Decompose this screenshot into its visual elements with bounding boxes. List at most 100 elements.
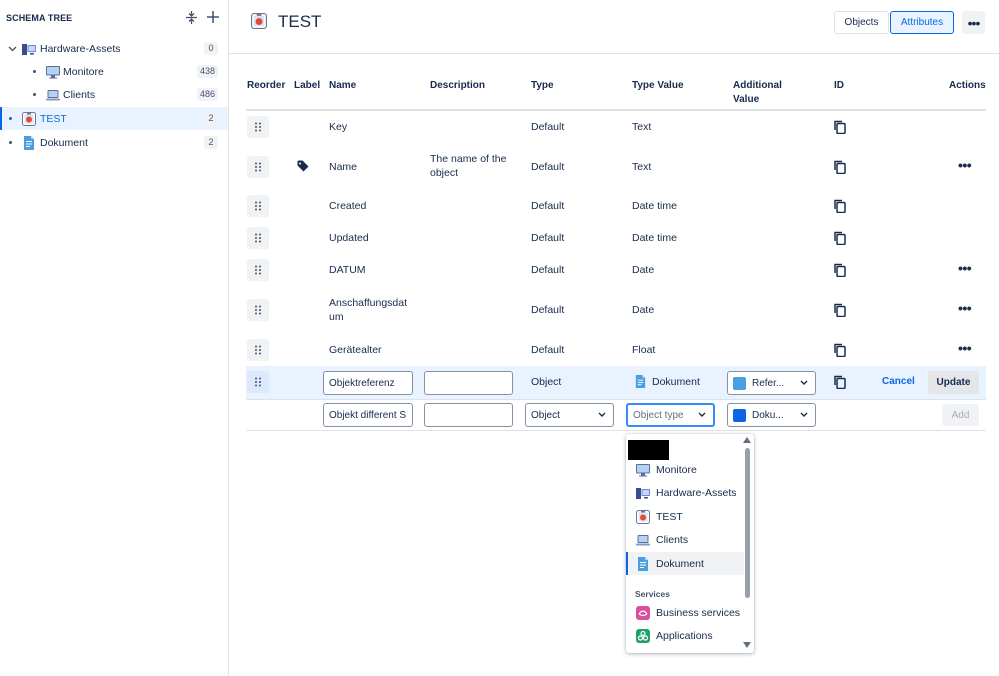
tree-item-label: Dokument bbox=[40, 136, 88, 149]
dropdown-option-dokument[interactable]: Dokument bbox=[626, 552, 744, 575]
new-additional-value-select[interactable]: Doku... bbox=[727, 403, 816, 427]
monitor-icon bbox=[636, 463, 650, 476]
attribute-name: Key bbox=[329, 121, 348, 133]
more-options-button[interactable]: ••• bbox=[962, 11, 985, 34]
hardware-assets-icon bbox=[636, 487, 650, 499]
drag-handle-icon[interactable] bbox=[247, 227, 269, 249]
attribute-type-value: Date bbox=[632, 304, 655, 316]
copy-icon[interactable] bbox=[834, 343, 846, 357]
object-type-select[interactable]: Object type bbox=[626, 403, 715, 427]
attribute-type-value: Text bbox=[632, 161, 652, 173]
copy-icon[interactable] bbox=[834, 120, 846, 134]
copy-icon[interactable] bbox=[834, 231, 846, 245]
attribute-name: DATUM bbox=[329, 264, 366, 276]
collapse-all-icon[interactable] bbox=[182, 8, 200, 26]
column-header-id: ID bbox=[834, 80, 844, 91]
copy-icon[interactable] bbox=[834, 263, 846, 277]
selection-indicator bbox=[0, 107, 2, 130]
label-tag-icon bbox=[297, 160, 309, 172]
attribute-type: Default bbox=[531, 121, 565, 133]
test-object-icon bbox=[22, 111, 36, 126]
tab-attributes[interactable]: Attributes bbox=[890, 11, 954, 34]
business-services-icon bbox=[636, 605, 650, 620]
tree-item-dokument[interactable]: Dokument 2 bbox=[0, 131, 228, 154]
dropdown-option-test[interactable]: TEST bbox=[626, 505, 744, 528]
tree-item-clients[interactable]: Clients 486 bbox=[0, 83, 228, 106]
drag-handle-icon[interactable] bbox=[247, 371, 269, 393]
bullet-icon bbox=[33, 70, 36, 73]
new-name-input[interactable]: Objekt different S bbox=[323, 403, 413, 427]
test-object-icon bbox=[636, 509, 650, 524]
tree-item-monitore[interactable]: Monitore 438 bbox=[0, 60, 228, 83]
scroll-down-arrow-icon[interactable] bbox=[743, 642, 751, 648]
test-object-icon bbox=[251, 13, 267, 29]
column-header-description: Description bbox=[430, 80, 486, 91]
scroll-up-arrow-icon[interactable] bbox=[743, 437, 751, 443]
row-actions-button[interactable]: ••• bbox=[958, 300, 972, 316]
copy-icon[interactable] bbox=[834, 199, 846, 213]
chevron-down-icon bbox=[800, 380, 808, 385]
attribute-type: Default bbox=[531, 200, 565, 212]
attribute-type: Default bbox=[531, 232, 565, 244]
dropdown-option-clients[interactable]: Clients bbox=[626, 528, 744, 551]
add-button[interactable]: Add bbox=[942, 404, 979, 426]
tab-objects[interactable]: Objects bbox=[834, 11, 889, 34]
dropdown-scrollbar-thumb[interactable] bbox=[745, 448, 750, 598]
chevron-down-icon[interactable] bbox=[7, 44, 17, 54]
reference-color-swatch bbox=[733, 376, 746, 390]
copy-icon[interactable] bbox=[834, 303, 846, 317]
row-divider bbox=[246, 399, 986, 400]
additional-value-select[interactable]: Refer... bbox=[727, 371, 816, 395]
type-select[interactable]: Object bbox=[525, 403, 614, 427]
document-icon bbox=[638, 556, 648, 571]
item-count-badge: 0 bbox=[204, 42, 218, 55]
update-button[interactable]: Update bbox=[928, 371, 979, 394]
attribute-description: The name of the object bbox=[430, 153, 507, 179]
description-input[interactable] bbox=[424, 371, 513, 395]
attribute-name: Created bbox=[329, 200, 367, 212]
dropdown-option-hardware-assets[interactable]: Hardware-Assets bbox=[626, 481, 744, 504]
drag-handle-icon[interactable] bbox=[247, 195, 269, 217]
monitor-icon bbox=[46, 65, 60, 78]
option-label: Dokument bbox=[656, 557, 704, 570]
option-label: Clients bbox=[656, 533, 689, 546]
dropdown-option-business-services[interactable]: Business services bbox=[626, 601, 744, 624]
drag-handle-icon[interactable] bbox=[247, 156, 269, 178]
item-count-badge: 2 bbox=[204, 136, 218, 149]
tree-item-test[interactable]: TEST 2 bbox=[0, 107, 228, 130]
cancel-button[interactable]: Cancel bbox=[882, 376, 915, 387]
drag-handle-icon[interactable] bbox=[247, 116, 269, 138]
redacted-block bbox=[628, 440, 669, 460]
attribute-type-value: Date time bbox=[632, 200, 677, 212]
attribute-type-value: Float bbox=[632, 344, 656, 356]
drag-handle-icon[interactable] bbox=[247, 259, 269, 281]
object-type-dropdown: Monitore Hardware-Assets TEST Clients Do… bbox=[626, 434, 754, 653]
column-header-name: Name bbox=[329, 80, 357, 91]
attribute-type: Default bbox=[531, 344, 565, 356]
copy-icon[interactable] bbox=[834, 375, 846, 389]
option-label: Business services bbox=[656, 606, 741, 619]
document-icon bbox=[24, 135, 34, 150]
item-count-badge: 438 bbox=[196, 65, 218, 78]
reference-color-swatch bbox=[733, 408, 746, 422]
row-actions-button[interactable]: ••• bbox=[958, 340, 972, 356]
tree-item-label: TEST bbox=[40, 112, 67, 125]
attribute-name: Anschaffungsdatum bbox=[329, 297, 408, 323]
name-input[interactable]: Objektreferenz bbox=[323, 371, 413, 395]
dropdown-option-applications[interactable]: Applications bbox=[626, 624, 744, 647]
item-count-badge: 486 bbox=[196, 88, 218, 101]
tree-item-hardware-assets[interactable]: Hardware-Assets 0 bbox=[0, 37, 228, 60]
row-actions-button[interactable]: ••• bbox=[958, 260, 972, 276]
attribute-name: Gerätealter bbox=[329, 344, 382, 356]
drag-handle-icon[interactable] bbox=[247, 299, 269, 321]
copy-icon[interactable] bbox=[834, 160, 846, 174]
drag-handle-icon[interactable] bbox=[247, 339, 269, 361]
new-description-input[interactable] bbox=[424, 403, 513, 427]
row-actions-button[interactable]: ••• bbox=[958, 157, 972, 173]
attribute-type: Default bbox=[531, 304, 565, 316]
option-label: Monitore bbox=[656, 463, 697, 476]
bullet-icon bbox=[9, 117, 12, 120]
attribute-type: Default bbox=[531, 264, 565, 276]
add-icon[interactable] bbox=[204, 8, 222, 26]
dropdown-option-monitore[interactable]: Monitore bbox=[626, 458, 744, 481]
